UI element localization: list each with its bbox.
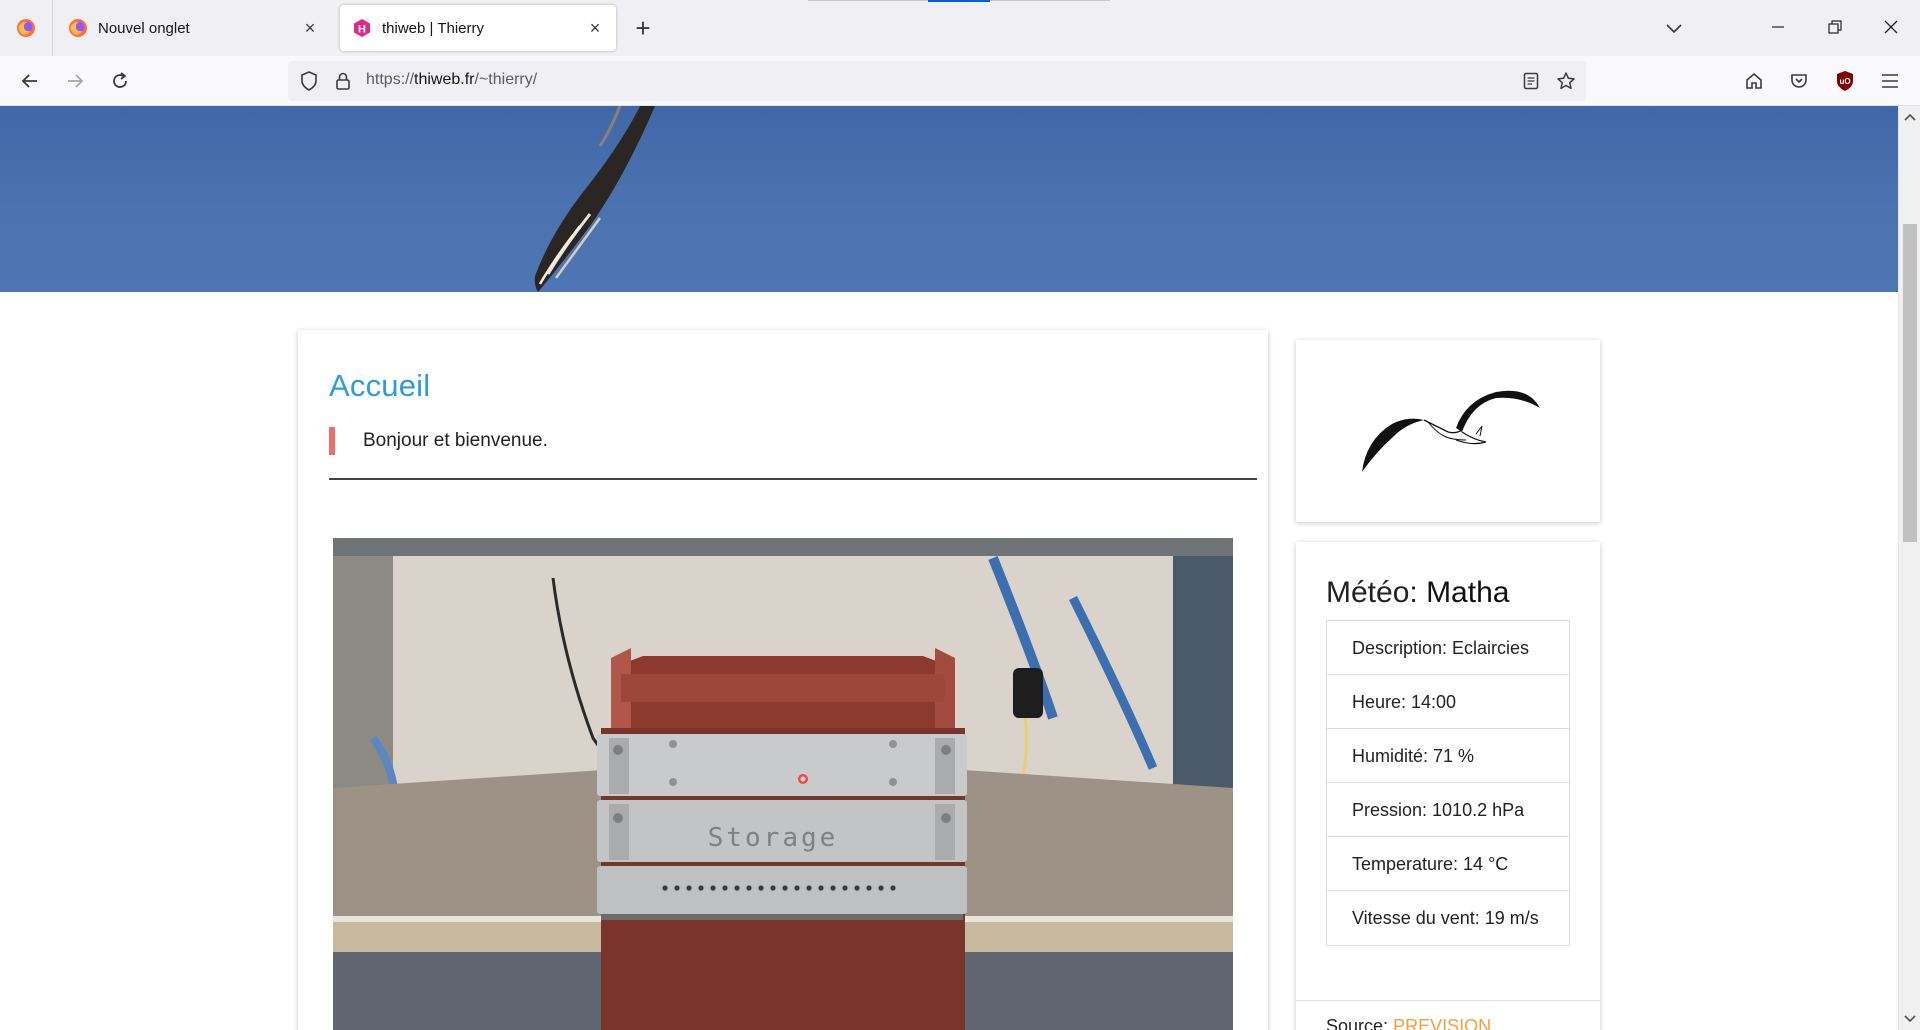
meteo-pressure: Pression: 1010.2 hPa bbox=[1327, 783, 1569, 837]
scrollbar-thumb[interactable] bbox=[1903, 224, 1917, 542]
bookmark-star-button[interactable] bbox=[1554, 69, 1578, 93]
svg-text:H: H bbox=[358, 24, 366, 36]
minimize-button[interactable] bbox=[1763, 14, 1793, 44]
logo-card bbox=[1296, 340, 1600, 522]
tracking-protection-button[interactable] bbox=[297, 69, 321, 93]
url-domain: thiweb.fr bbox=[414, 71, 475, 88]
meteo-widget: Météo: Matha Description: Eclaircies Heu… bbox=[1296, 542, 1600, 1030]
restore-button[interactable] bbox=[1820, 14, 1850, 44]
tab-title: thiweb | Thierry bbox=[382, 19, 484, 37]
main-content-card: Accueil Bonjour et bienvenue. Storage bbox=[298, 330, 1268, 1030]
home-button[interactable] bbox=[1738, 65, 1770, 97]
close-tab-icon[interactable]: × bbox=[586, 19, 604, 37]
restore-icon bbox=[1828, 20, 1842, 34]
meteo-heading: Météo: Matha bbox=[1326, 576, 1509, 610]
reader-view-icon bbox=[1523, 72, 1539, 90]
url-bar[interactable]: https://thiweb.fr/~thierry/ bbox=[288, 61, 1586, 101]
ublock-origin-icon: uO bbox=[1837, 71, 1853, 91]
shield-icon bbox=[301, 71, 317, 91]
meteo-city: Matha bbox=[1426, 576, 1510, 609]
firefox-view-button[interactable] bbox=[0, 0, 53, 56]
scroll-up-arrow-icon[interactable] bbox=[1899, 108, 1920, 126]
tab-strip-indicator bbox=[928, 0, 990, 2]
seagull-logo bbox=[1362, 390, 1540, 472]
svg-text:uO: uO bbox=[1839, 77, 1850, 86]
divider bbox=[1296, 1000, 1600, 1001]
welcome-text: Bonjour et bienvenue. bbox=[363, 430, 548, 451]
storage-label: Storage bbox=[708, 823, 839, 853]
hero-banner bbox=[0, 106, 1898, 292]
reload-button[interactable] bbox=[104, 65, 136, 97]
site-security-button[interactable] bbox=[331, 69, 355, 93]
reload-icon bbox=[113, 72, 127, 88]
url-scheme: https:// bbox=[366, 71, 415, 88]
meteo-list: Description: Eclaircies Heure: 14:00 Hum… bbox=[1326, 620, 1570, 946]
meteo-temperature: Temperature: 14 °C bbox=[1327, 837, 1569, 891]
url-text[interactable]: https://thiweb.fr/~thierry/ bbox=[366, 71, 537, 89]
meteo-source: Source: PREVISION bbox=[1326, 1016, 1491, 1030]
pocket-icon bbox=[1791, 74, 1807, 88]
app-menu-button[interactable] bbox=[1874, 65, 1906, 97]
storage-photo: Storage bbox=[333, 538, 1233, 1030]
forward-button[interactable] bbox=[59, 65, 91, 97]
hamburger-menu-icon bbox=[1882, 74, 1898, 88]
back-button[interactable] bbox=[14, 65, 46, 97]
meteo-label: Météo: bbox=[1326, 576, 1418, 609]
source-label: Source: bbox=[1326, 1016, 1389, 1030]
page-viewport: Accueil Bonjour et bienvenue. Storage Mé… bbox=[0, 106, 1920, 1030]
firefox-icon bbox=[69, 19, 87, 37]
prevision-link[interactable]: PREVISION bbox=[1393, 1016, 1491, 1030]
meteo-description: Description: Eclaircies bbox=[1327, 621, 1569, 675]
scroll-down-arrow-icon[interactable] bbox=[1899, 1010, 1920, 1028]
tab-nouvel-onglet[interactable]: Nouvel onglet × bbox=[56, 5, 331, 51]
minimize-icon bbox=[1772, 26, 1784, 28]
close-window-button[interactable] bbox=[1876, 14, 1906, 44]
tab-title: Nouvel onglet bbox=[98, 19, 190, 37]
gull-wing-image bbox=[534, 106, 655, 292]
tab-thiweb[interactable]: H thiweb | Thierry × bbox=[340, 5, 616, 51]
close-icon bbox=[1884, 20, 1898, 34]
ublock-origin-button[interactable]: uO bbox=[1829, 65, 1861, 97]
page-scrollbar[interactable] bbox=[1898, 106, 1920, 1030]
reader-view-button[interactable] bbox=[1519, 69, 1543, 93]
firefox-icon bbox=[17, 19, 35, 37]
url-path: /~thierry/ bbox=[474, 71, 538, 88]
arrow-left-icon bbox=[21, 74, 37, 88]
home-icon bbox=[1746, 72, 1762, 89]
new-tab-button[interactable]: + bbox=[628, 14, 658, 44]
chevron-down-icon bbox=[1666, 24, 1682, 34]
meteo-time: Heure: 14:00 bbox=[1327, 675, 1569, 729]
star-icon bbox=[1557, 72, 1575, 90]
lock-icon bbox=[336, 72, 350, 90]
tab-strip: Nouvel onglet × H thiweb | Thierry × + bbox=[0, 0, 1920, 56]
meteo-wind-speed: Vitesse du vent: 19 m/s bbox=[1352, 908, 1539, 928]
divider bbox=[329, 478, 1257, 480]
storage-server-photo: Storage bbox=[333, 538, 1233, 1030]
welcome-blockquote: Bonjour et bienvenue. bbox=[329, 427, 1257, 455]
list-all-tabs-button[interactable] bbox=[1659, 14, 1689, 44]
close-tab-icon[interactable]: × bbox=[301, 19, 319, 37]
meteo-humidity: Humidité: 71 % bbox=[1327, 729, 1569, 783]
thiweb-favicon: H bbox=[354, 19, 370, 37]
pocket-button[interactable] bbox=[1783, 65, 1815, 97]
page-title: Accueil bbox=[329, 368, 431, 403]
arrow-right-icon bbox=[68, 74, 84, 88]
